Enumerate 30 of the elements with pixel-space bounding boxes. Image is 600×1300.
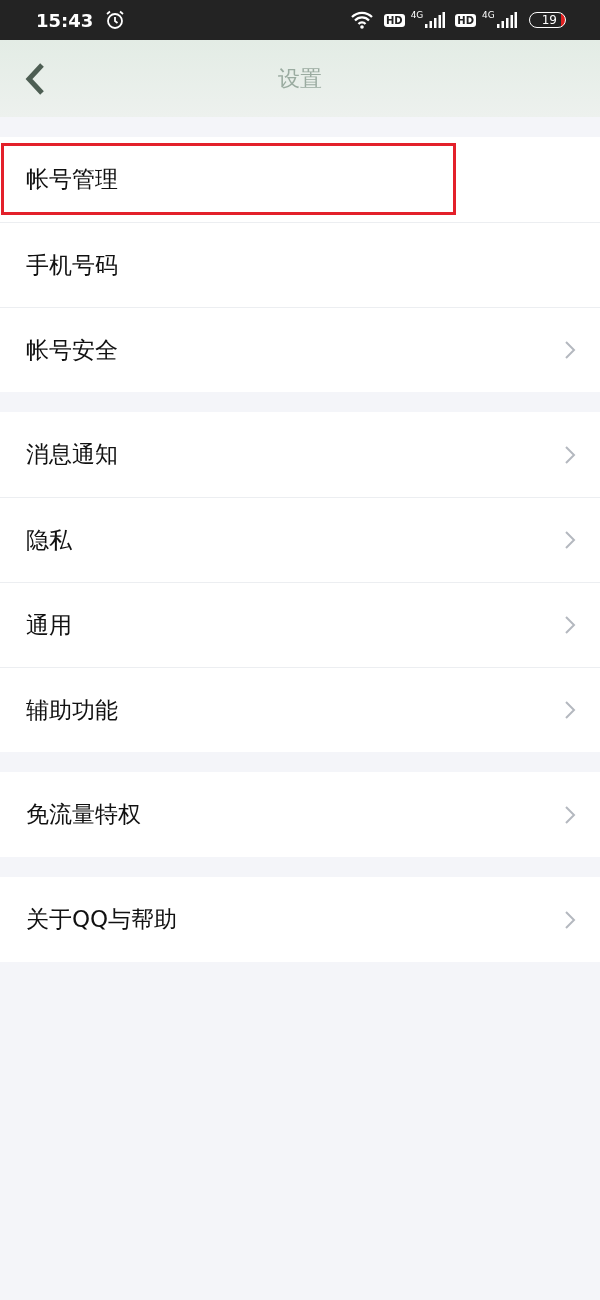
settings-row[interactable]: 辅助功能: [0, 667, 600, 752]
network-type: 4G: [410, 10, 424, 20]
row-label: 帐号管理: [26, 165, 119, 194]
row-label: 免流量特权: [26, 800, 142, 829]
hd-badge: HD: [455, 13, 476, 27]
row-label: 通用: [26, 610, 73, 640]
alarm-icon: [105, 10, 126, 30]
row-label: 辅助功能: [26, 695, 119, 725]
page-title: 设置: [278, 64, 322, 93]
network-type: 4G: [482, 10, 495, 20]
settings-row[interactable]: 帐号管理: [0, 137, 600, 222]
wifi-icon: [349, 11, 374, 29]
row-label: 关于QQ与帮助: [26, 905, 179, 934]
settings-row[interactable]: 手机号码: [0, 222, 600, 307]
settings-row[interactable]: 消息通知: [0, 412, 600, 497]
settings-row[interactable]: 免流量特权: [0, 772, 600, 857]
settings-row[interactable]: 隐私: [0, 497, 600, 582]
battery-level: 19: [528, 12, 566, 28]
row-label: 帐号安全: [26, 335, 119, 365]
settings-row[interactable]: 帐号安全: [0, 307, 600, 392]
signal-icon: [496, 12, 517, 28]
back-icon[interactable]: [24, 62, 46, 96]
row-label: 手机号码: [26, 250, 119, 280]
signal-icon: [425, 12, 446, 28]
row-label: 隐私: [26, 525, 73, 555]
settings-row[interactable]: 关于QQ与帮助: [0, 877, 600, 962]
hd-badge: HD: [383, 13, 405, 27]
clock-time: 15:43: [36, 9, 94, 31]
row-label: 消息通知: [26, 440, 119, 469]
settings-row[interactable]: 通用: [0, 582, 600, 667]
